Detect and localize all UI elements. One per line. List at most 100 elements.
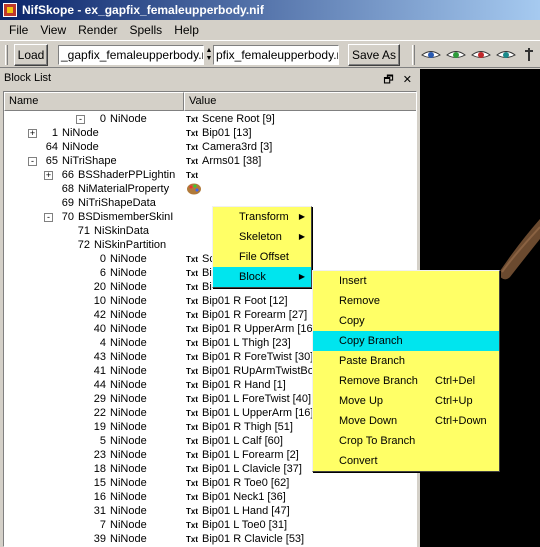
menu-item-label: Transform (239, 211, 289, 223)
save-as-button[interactable]: Save As (348, 44, 400, 66)
column-name-header[interactable]: Name (4, 92, 184, 111)
block-index: 29 (93, 393, 106, 405)
tree-row[interactable]: 7 NiNode Txt Bip01 L Toe0 [31] (4, 518, 416, 532)
tree-row-name-cell: 6 NiNode (4, 266, 184, 280)
menu-item-label: File Offset (239, 251, 289, 263)
tree-row[interactable]: 39 NiNode Txt Bip01 R Clavicle [53] (4, 532, 416, 546)
block-type-name: NiNode (110, 365, 147, 377)
block-menu-item-paste-branch[interactable]: Paste Branch (313, 351, 499, 371)
block-menu-item-copy-branch[interactable]: Copy Branch (313, 331, 499, 351)
block-type-name: NiNode (110, 253, 147, 265)
eye-green-icon[interactable] (445, 46, 467, 64)
load-path-field[interactable]: _gapfix_femaleupperbody.nif (58, 45, 204, 65)
close-icon[interactable]: ✕ (403, 74, 412, 86)
block-type-name: NiNode (110, 281, 147, 293)
tree-row[interactable]: 15 NiNode Txt Bip01 R Toe0 [62] (4, 476, 416, 490)
menu-render[interactable]: Render (72, 23, 123, 37)
swap-arrows-icon[interactable]: ▲ ▼ (205, 47, 213, 63)
menu-item-label: Move Down (339, 415, 398, 427)
menu-item-label: Convert (339, 455, 378, 467)
block-value: Bi (202, 281, 212, 293)
block-menu-item-move-down[interactable]: Move Down Ctrl+Down (313, 411, 499, 431)
tree-row[interactable]: -65 NiTriShape Txt Arms01 [38] (4, 154, 416, 168)
txt-icon: Txt (186, 381, 198, 390)
block-menu-item-remove[interactable]: Remove (313, 291, 499, 311)
block-menu-item-move-up[interactable]: Move Up Ctrl+Up (313, 391, 499, 411)
block-list-title: Block List (4, 72, 52, 84)
menu-view[interactable]: View (34, 23, 72, 37)
tree-row-name-cell: 64 NiNode (4, 140, 184, 154)
tree-row-value-cell: Txt Bip01 Neck1 [36] (184, 490, 416, 504)
tree-row[interactable]: 72 NiSkinPartition (4, 238, 416, 252)
tree-row-value-cell: Txt (184, 168, 416, 182)
toolbar-grip[interactable] (5, 45, 8, 65)
block-index: 40 (93, 323, 106, 335)
toolbar-grip-2[interactable] (412, 45, 415, 65)
tree-row-name-cell: -0 NiNode (4, 112, 184, 126)
block-menu-item-crop-to-branch[interactable]: Crop To Branch (313, 431, 499, 451)
block-menu-item-convert[interactable]: Convert (313, 451, 499, 471)
block-menu-item-remove-branch[interactable]: Remove Branch Ctrl+Del (313, 371, 499, 391)
tree-row[interactable]: 64 NiNode Txt Camera3rd [3] (4, 140, 416, 154)
context-menu: Transform ▶ Skeleton ▶ File Offset Block ▶ (212, 206, 312, 288)
menu-item-shortcut: Ctrl+Down (435, 415, 487, 427)
block-type-name: NiNode (110, 295, 147, 307)
block-index: 64 (45, 141, 58, 153)
pin-icon[interactable] (520, 46, 538, 64)
txt-icon: Txt (186, 395, 198, 404)
block-value: Bip01 R Forearm [27] (202, 309, 308, 321)
block-menu-item-copy[interactable]: Copy (313, 311, 499, 331)
tree-row[interactable]: +1 NiNode Txt Bip01 [13] (4, 126, 416, 140)
block-type-name: NiNode (110, 505, 147, 517)
block-index: 68 (61, 183, 74, 195)
block-type-name: NiNode (110, 407, 147, 419)
tree-row-name-cell: 43 NiNode (4, 350, 184, 364)
block-value: Bip01 L Clavicle [37] (202, 463, 302, 475)
block-value: Bip01 L Hand [47] (202, 505, 290, 517)
float-icon[interactable]: 🗗 (383, 74, 393, 86)
tree-row-name-cell: -70 BSDismemberSkinI (4, 210, 184, 224)
tree-row[interactable]: 16 NiNode Txt Bip01 Neck1 [36] (4, 490, 416, 504)
tree-row-name-cell: 40 NiNode (4, 322, 184, 336)
tree-row[interactable]: 0 NiNode Txt Sc (4, 252, 416, 266)
tree-row[interactable]: 31 NiNode Txt Bip01 L Hand [47] (4, 504, 416, 518)
context-menu-item-block[interactable]: Block ▶ (213, 267, 311, 287)
tree-row-name-cell: 41 NiNode (4, 364, 184, 378)
block-menu-item-insert[interactable]: Insert (313, 271, 499, 291)
block-index: 42 (93, 309, 106, 321)
menu-spells[interactable]: Spells (124, 23, 169, 37)
eye-red-icon[interactable] (470, 46, 492, 64)
block-type-name: NiNode (110, 309, 147, 321)
txt-icon: Txt (186, 325, 198, 334)
save-path-field[interactable]: pfix_femaleupperbody.nif (213, 45, 339, 65)
block-index: 1 (51, 127, 58, 139)
context-menu-item-file-offset[interactable]: File Offset (213, 247, 311, 267)
tree-row[interactable]: +66 BSShaderPPLightin Txt (4, 168, 416, 182)
load-button[interactable]: Load (14, 44, 48, 66)
block-value: Bip01 R ForeTwist [30] (202, 351, 314, 363)
eye-teal-icon[interactable] (495, 46, 517, 64)
tree-row-name-cell: 23 NiNode (4, 448, 184, 462)
column-value-header[interactable]: Value (184, 92, 416, 111)
tree-row[interactable]: -0 NiNode Txt Scene Root [9] (4, 112, 416, 126)
menu-bar: File View Render Spells Help (0, 20, 540, 40)
tree-row[interactable]: 68 NiMaterialProperty (4, 182, 416, 196)
menu-item-label: Block (239, 271, 266, 283)
tree-row-name-cell: 22 NiNode (4, 406, 184, 420)
tree-row[interactable]: 71 NiSkinData (4, 224, 416, 238)
context-menu-item-transform[interactable]: Transform ▶ (213, 207, 311, 227)
menu-file[interactable]: File (3, 23, 34, 37)
block-value: Bip01 R Hand [1] (202, 379, 286, 391)
menu-help[interactable]: Help (168, 23, 205, 37)
block-type-name: NiNode (62, 127, 99, 139)
tree-row-value-cell: Txt Scene Root [9] (184, 112, 416, 126)
block-type-name: NiNode (110, 533, 147, 545)
block-type-name: NiNode (110, 519, 147, 531)
block-type-name: NiNode (110, 379, 147, 391)
txt-icon: Txt (186, 269, 198, 278)
tree-row[interactable]: 69 NiTriShapeData (4, 196, 416, 210)
txt-icon: Txt (186, 171, 198, 180)
tree-row[interactable]: -70 BSDismemberSkinI (4, 210, 416, 224)
context-menu-item-skeleton[interactable]: Skeleton ▶ (213, 227, 311, 247)
eye-blue-icon[interactable] (420, 46, 442, 64)
